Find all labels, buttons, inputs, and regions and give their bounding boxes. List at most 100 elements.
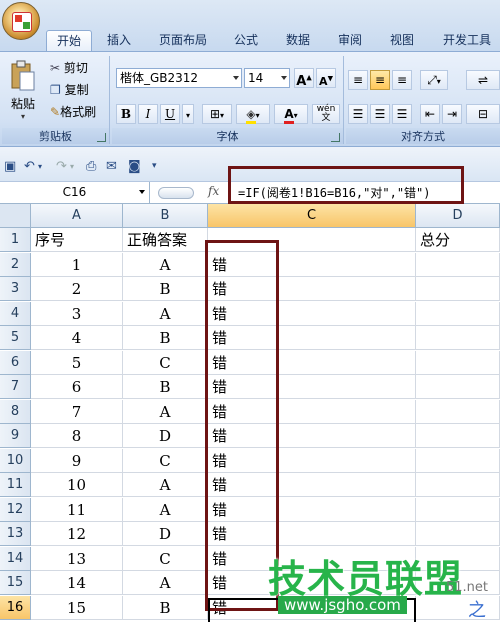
email-icon[interactable]: ✉ [106,159,117,174]
cell-b12[interactable]: A [123,497,208,522]
save-icon[interactable]: ▣ [4,159,16,174]
tab-review[interactable]: 审阅 [330,30,370,52]
cell-c9[interactable]: 错 [208,424,416,448]
redo-icon[interactable]: ↷ [56,159,67,174]
underline-dropdown-icon[interactable]: ▾ [182,104,194,124]
cell-b11[interactable]: A [123,473,208,497]
clipboard-launcher-icon[interactable]: . [97,133,106,142]
cut-button[interactable]: ✂ 剪切 [50,58,88,78]
bold-button[interactable]: B [116,104,136,124]
cell-a1[interactable]: 序号 [31,228,123,252]
cell-d12[interactable] [416,497,500,522]
row-header[interactable]: 6 [0,350,31,375]
cell-a11[interactable]: 10 [31,473,123,497]
cell-c5[interactable]: 错 [208,326,416,350]
cell-c10[interactable]: 错 [208,448,416,473]
cell-c13[interactable]: 错 [208,522,416,546]
column-header-d[interactable]: D [416,204,500,228]
underline-button[interactable]: U [160,104,180,124]
cell-a6[interactable]: 5 [31,350,123,375]
cell-c11[interactable]: 错 [208,473,416,497]
cell-c3[interactable]: 错 [208,277,416,301]
column-header-c[interactable]: C [208,204,416,228]
cell-b10[interactable]: C [123,448,208,473]
increase-indent-button[interactable]: ⇥ [442,104,462,124]
cell-a16[interactable]: 15 [31,595,123,620]
row-header[interactable]: 3 [0,277,31,301]
cell-c15[interactable]: 错 [208,571,416,595]
cell-b5[interactable]: B [123,326,208,350]
row-header[interactable]: 2 [0,252,31,277]
tab-view[interactable]: 视图 [382,30,422,52]
cell-d3[interactable] [416,277,500,301]
insert-function-icon[interactable]: fx [208,184,219,198]
italic-button[interactable]: I [138,104,158,124]
cell-a2[interactable]: 1 [31,252,123,277]
formula-bar-splitter-icon[interactable] [158,187,194,199]
font-color-button[interactable]: A▾ [274,104,308,124]
align-center-button[interactable]: ☰ [370,104,390,124]
cell-d9[interactable] [416,424,500,448]
merge-center-button[interactable]: ⊟ [466,104,500,124]
cell-b3[interactable]: B [123,277,208,301]
cell-b15[interactable]: A [123,571,208,595]
cell-b1[interactable]: 正确答案 [123,228,208,252]
cell-a12[interactable]: 11 [31,497,123,522]
cell-b7[interactable]: B [123,375,208,399]
cell-a13[interactable]: 12 [31,522,123,546]
cell-c8[interactable]: 错 [208,399,416,424]
align-top-button[interactable]: ≡ [348,70,368,90]
orientation-button[interactable]: ⤢▾ [420,70,448,90]
cell-d2[interactable] [416,252,500,277]
row-header[interactable]: 9 [0,424,31,448]
camera-icon[interactable]: ◙ [128,159,141,174]
cell-b14[interactable]: C [123,546,208,571]
cell-d10[interactable] [416,448,500,473]
wrap-text-button[interactable]: ⇌ [466,70,500,90]
format-painter-button[interactable]: ✎格式刷 [50,102,96,122]
cell-d14[interactable] [416,546,500,571]
cell-a5[interactable]: 4 [31,326,123,350]
cell-b9[interactable]: D [123,424,208,448]
name-box[interactable]: C16 [0,182,150,203]
cell-a10[interactable]: 9 [31,448,123,473]
tab-data[interactable]: 数据 [278,30,318,52]
cell-d8[interactable] [416,399,500,424]
cell-a15[interactable]: 14 [31,571,123,595]
row-header[interactable]: 7 [0,375,31,399]
formula-input[interactable]: =IF(阅卷1!B16=B16,"对","错") [238,184,431,201]
cell-d11[interactable] [416,473,500,497]
cell-b6[interactable]: C [123,350,208,375]
row-header[interactable]: 8 [0,399,31,424]
undo-icon[interactable]: ↶ [24,159,35,174]
row-header[interactable]: 14 [0,546,31,571]
row-header[interactable]: 13 [0,522,31,546]
decrease-indent-button[interactable]: ⇤ [420,104,440,124]
cell-d15[interactable] [416,571,500,595]
column-header-a[interactable]: A [31,204,123,228]
cell-a9[interactable]: 8 [31,424,123,448]
cell-b2[interactable]: A [123,252,208,277]
cell-d5[interactable] [416,326,500,350]
cell-d1[interactable]: 总分 [416,228,500,252]
cell-d6[interactable] [416,350,500,375]
cell-d7[interactable] [416,375,500,399]
shrink-font-button[interactable]: A▼ [316,68,336,88]
cell-a4[interactable]: 3 [31,301,123,326]
office-button[interactable] [2,2,40,40]
cell-a7[interactable]: 6 [31,375,123,399]
tab-formulas[interactable]: 公式 [226,30,266,52]
cell-d13[interactable] [416,522,500,546]
cell-c6[interactable]: 错 [208,350,416,375]
phonetic-button[interactable]: wén 文 [312,104,340,124]
cell-b13[interactable]: D [123,522,208,546]
cell-b16[interactable]: B [123,595,208,620]
paste-button[interactable]: 粘贴 ▾ [6,58,40,124]
cell-c1[interactable] [208,228,416,252]
align-middle-button[interactable]: ≡ [370,70,390,90]
cell-d16[interactable] [416,595,500,620]
row-header[interactable]: 10 [0,448,31,473]
copy-button[interactable]: ❐ 复制 [50,80,89,100]
align-bottom-button[interactable]: ≡ [392,70,412,90]
tab-home[interactable]: 开始 [46,30,92,52]
